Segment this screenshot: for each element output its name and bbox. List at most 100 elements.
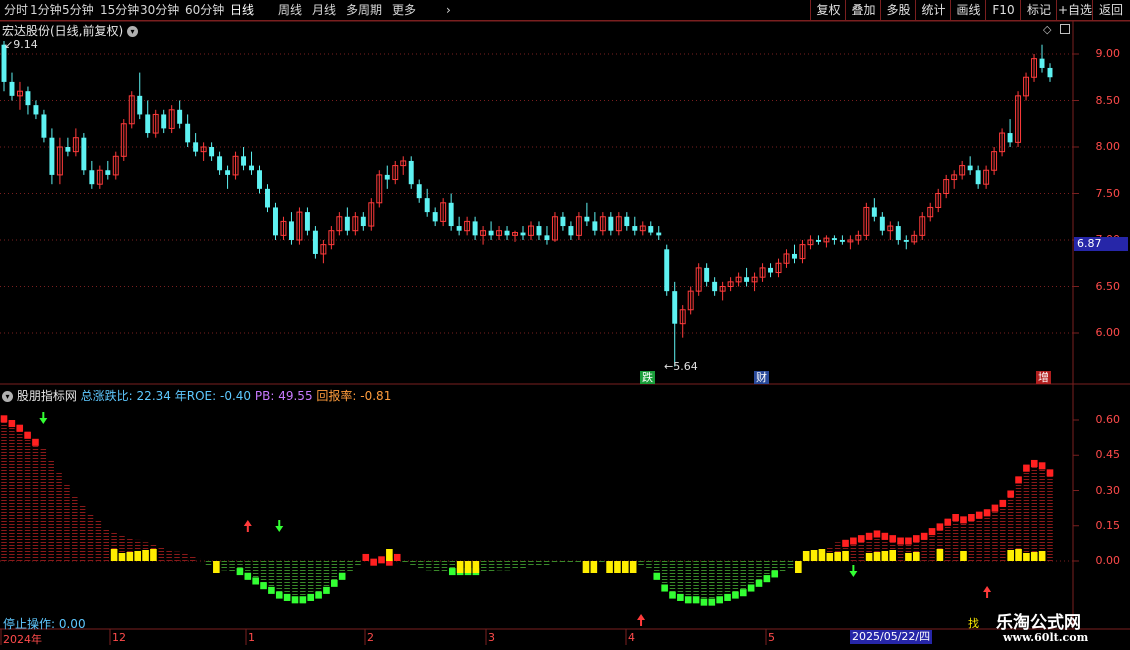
high-price-label: ↙9.14 bbox=[4, 38, 38, 51]
indicator-tick-label: 0.00 bbox=[1095, 554, 1121, 567]
indicator-bar bbox=[684, 596, 692, 604]
event-badge-finance[interactable]: 财 bbox=[754, 371, 769, 384]
stat-label: 回报率: bbox=[316, 389, 357, 403]
indicator-bar bbox=[716, 596, 723, 604]
indicator-bar bbox=[24, 431, 31, 439]
indicator-bar bbox=[1038, 462, 1046, 470]
indicator-bar bbox=[700, 598, 708, 606]
indicator-bar bbox=[889, 535, 897, 543]
candle-body bbox=[1047, 67, 1053, 78]
candle-body bbox=[975, 170, 981, 185]
indicator-bar bbox=[8, 420, 16, 428]
x-tick-label: 5 bbox=[768, 631, 775, 644]
candle-body bbox=[504, 230, 510, 236]
indicator-bar bbox=[983, 509, 991, 517]
event-badge-increase[interactable]: 增 bbox=[1036, 371, 1051, 384]
candle-body bbox=[257, 170, 262, 189]
candle-body bbox=[432, 212, 438, 222]
indicator-bar bbox=[252, 577, 259, 585]
indicator-bar bbox=[661, 584, 668, 592]
indicator-bar bbox=[905, 537, 912, 545]
yellow-bar bbox=[802, 551, 810, 561]
candle-body bbox=[568, 226, 574, 236]
candle-body bbox=[472, 221, 478, 236]
indicator-bar bbox=[873, 530, 881, 538]
yellow-bar bbox=[873, 552, 881, 561]
candle-body bbox=[895, 226, 901, 240]
signal-arrow bbox=[39, 418, 48, 424]
indicator-bar bbox=[732, 591, 739, 599]
event-badge-drop[interactable]: 跌 bbox=[640, 371, 655, 384]
candle-body bbox=[536, 226, 542, 236]
indicator-bar bbox=[0, 415, 8, 423]
price-tick-label: 8.00 bbox=[1095, 140, 1121, 153]
indicator-bar bbox=[692, 596, 700, 604]
candle-body bbox=[177, 109, 183, 124]
candle-body bbox=[241, 156, 247, 166]
candle-body bbox=[656, 232, 662, 236]
candle-body bbox=[344, 216, 350, 231]
indicator-bar bbox=[32, 438, 39, 446]
indicator-bar bbox=[669, 591, 676, 599]
indicator-bar bbox=[653, 572, 661, 580]
yellow-bar bbox=[386, 549, 393, 561]
indicator-bar bbox=[920, 532, 928, 540]
yellow-bar bbox=[456, 561, 464, 573]
stat-value: -0.81 bbox=[360, 389, 392, 403]
candle-body bbox=[831, 238, 837, 240]
indicator-bar bbox=[968, 514, 975, 522]
stat-value: 49.55 bbox=[278, 389, 313, 403]
indicator-bar bbox=[338, 572, 346, 580]
indicator-bar bbox=[1030, 459, 1038, 467]
yellow-bar bbox=[842, 551, 849, 561]
candle-body bbox=[161, 114, 167, 129]
current-price-tag: 6.87 bbox=[1074, 237, 1128, 251]
candle-body bbox=[792, 253, 797, 259]
price-tick-label: 7.50 bbox=[1095, 186, 1121, 200]
candle-body bbox=[712, 281, 718, 292]
indicator-bar bbox=[755, 579, 763, 587]
candle-body bbox=[265, 188, 270, 208]
yellow-bar bbox=[142, 550, 149, 561]
yellow-bar bbox=[464, 561, 472, 573]
price-tick-label: 8.50 bbox=[1095, 93, 1121, 107]
candle-body bbox=[9, 81, 15, 96]
candle-body bbox=[592, 221, 598, 231]
candle-body bbox=[249, 165, 255, 171]
yellow-bar bbox=[1007, 550, 1014, 561]
candle-body bbox=[903, 240, 909, 242]
indicator-bar bbox=[771, 570, 779, 578]
candle-body bbox=[217, 156, 223, 171]
candle-body bbox=[488, 230, 494, 236]
chevron-down-icon[interactable]: ▾ bbox=[2, 391, 13, 402]
stock-chart[interactable] bbox=[0, 0, 1130, 650]
candle-body bbox=[360, 216, 366, 227]
candle-body bbox=[560, 216, 566, 227]
stat-label: 年ROE: bbox=[174, 389, 217, 403]
candle-body bbox=[584, 216, 590, 222]
candle-body bbox=[312, 230, 318, 254]
candle-body bbox=[608, 216, 614, 231]
watermark-url: www.60lt.com bbox=[1003, 631, 1089, 644]
indicator-title-row: ▾ 股朋指标网 总涨跌比: 22.34 年ROE: -0.40 PB: 49.5… bbox=[2, 387, 391, 404]
candle-body bbox=[624, 216, 630, 227]
candle-body bbox=[664, 249, 670, 292]
candle-body bbox=[520, 232, 526, 236]
candle-body bbox=[33, 105, 39, 115]
indicator-bar bbox=[393, 553, 401, 561]
yellow-bar bbox=[834, 552, 841, 561]
indicator-bar bbox=[448, 568, 456, 576]
candle-body bbox=[448, 202, 454, 227]
indicator-bar bbox=[323, 586, 330, 594]
signal-arrow bbox=[637, 614, 646, 620]
indicator-tick-label: 0.15 bbox=[1095, 518, 1121, 532]
indicator-bar bbox=[897, 537, 904, 545]
yellow-bar bbox=[936, 549, 944, 561]
signal-arrow bbox=[983, 586, 992, 592]
yellow-bar bbox=[826, 553, 834, 561]
signal-arrow bbox=[849, 571, 858, 577]
x-tick-label: 4 bbox=[628, 631, 635, 644]
indicator-bar bbox=[881, 532, 889, 540]
candle-body bbox=[89, 170, 95, 185]
yellow-bar bbox=[960, 551, 967, 561]
